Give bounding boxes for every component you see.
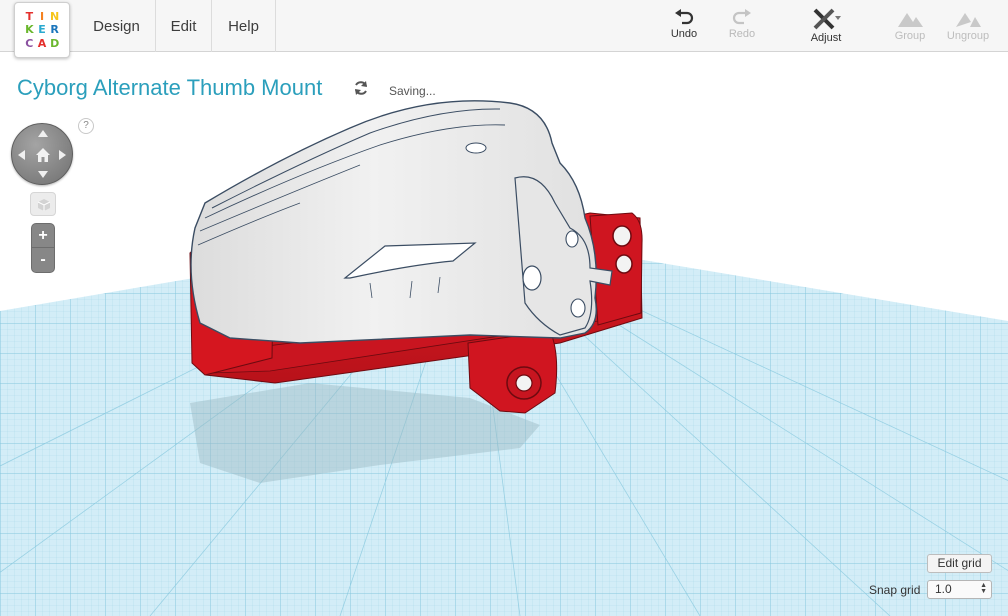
top-toolbar: T I N K E R C A D Design Edit Help Undo …: [0, 0, 1008, 58]
snap-grid-select[interactable]: 1.0 ▲ ▼: [927, 580, 992, 599]
group-label: Group: [894, 30, 926, 42]
zoom-in-button[interactable]: +: [32, 224, 54, 248]
undo-button[interactable]: Undo: [654, 8, 714, 48]
logo-letter: D: [50, 36, 60, 50]
design-title[interactable]: Cyborg Alternate Thumb Mount: [17, 75, 322, 101]
logo-letter: T: [25, 10, 34, 23]
logo-letter: I: [39, 10, 45, 23]
zoom-control: + -: [31, 223, 55, 273]
thumb-body-white-part[interactable]: [190, 100, 613, 344]
menu-help[interactable]: Help: [212, 0, 276, 52]
3d-viewport[interactable]: [0, 53, 1008, 616]
undo-label: Undo: [670, 28, 698, 40]
refresh-icon[interactable]: [352, 79, 370, 97]
logo-letter: C: [25, 36, 34, 50]
cube-icon: [37, 199, 51, 211]
pan-down-arrow-icon[interactable]: [38, 171, 48, 178]
pan-left-arrow-icon[interactable]: [18, 150, 25, 160]
ungroup-label: Ungroup: [946, 30, 990, 42]
group-button[interactable]: Group: [880, 8, 940, 48]
view-navigation-wheel[interactable]: [11, 123, 73, 185]
ungroup-button[interactable]: Ungroup: [938, 8, 998, 48]
pan-up-arrow-icon[interactable]: [38, 130, 48, 137]
logo-letter: R: [50, 23, 59, 37]
home-view-icon[interactable]: [34, 146, 52, 164]
logo-letter: K: [25, 23, 34, 37]
ungroup-icon: [956, 13, 981, 27]
help-button[interactable]: ?: [78, 118, 94, 134]
group-icon: [898, 13, 923, 27]
logo-letter: A: [37, 36, 47, 50]
zoom-out-button[interactable]: -: [32, 248, 54, 272]
ortho-view-button[interactable]: [30, 192, 56, 216]
menu-edit[interactable]: Edit: [156, 0, 212, 52]
edit-grid-button[interactable]: Edit grid: [927, 554, 992, 573]
logo-letter: E: [38, 23, 46, 37]
snap-grid-value: 1.0: [935, 582, 952, 596]
redo-icon: [732, 9, 751, 25]
redo-label: Redo: [728, 28, 756, 40]
undo-icon: [675, 9, 694, 25]
pan-right-arrow-icon[interactable]: [59, 150, 66, 160]
logo-letter: N: [50, 10, 60, 23]
adjust-button[interactable]: Adjust: [796, 8, 856, 48]
adjust-label: Adjust: [810, 32, 842, 44]
select-chevron-icon: ▲ ▼: [980, 582, 987, 595]
scene-canvas: [0, 100, 1008, 616]
snap-grid-label: Snap grid: [869, 583, 921, 597]
save-status: Saving...: [389, 84, 436, 98]
tinkercad-editor: T I N K E R C A D Design Edit Help Undo …: [0, 0, 1008, 616]
redo-button[interactable]: Redo: [712, 8, 772, 48]
adjust-ruler-icon: [813, 8, 841, 30]
tinkercad-logo[interactable]: T I N K E R C A D: [14, 2, 70, 58]
menu-design[interactable]: Design: [78, 0, 156, 52]
